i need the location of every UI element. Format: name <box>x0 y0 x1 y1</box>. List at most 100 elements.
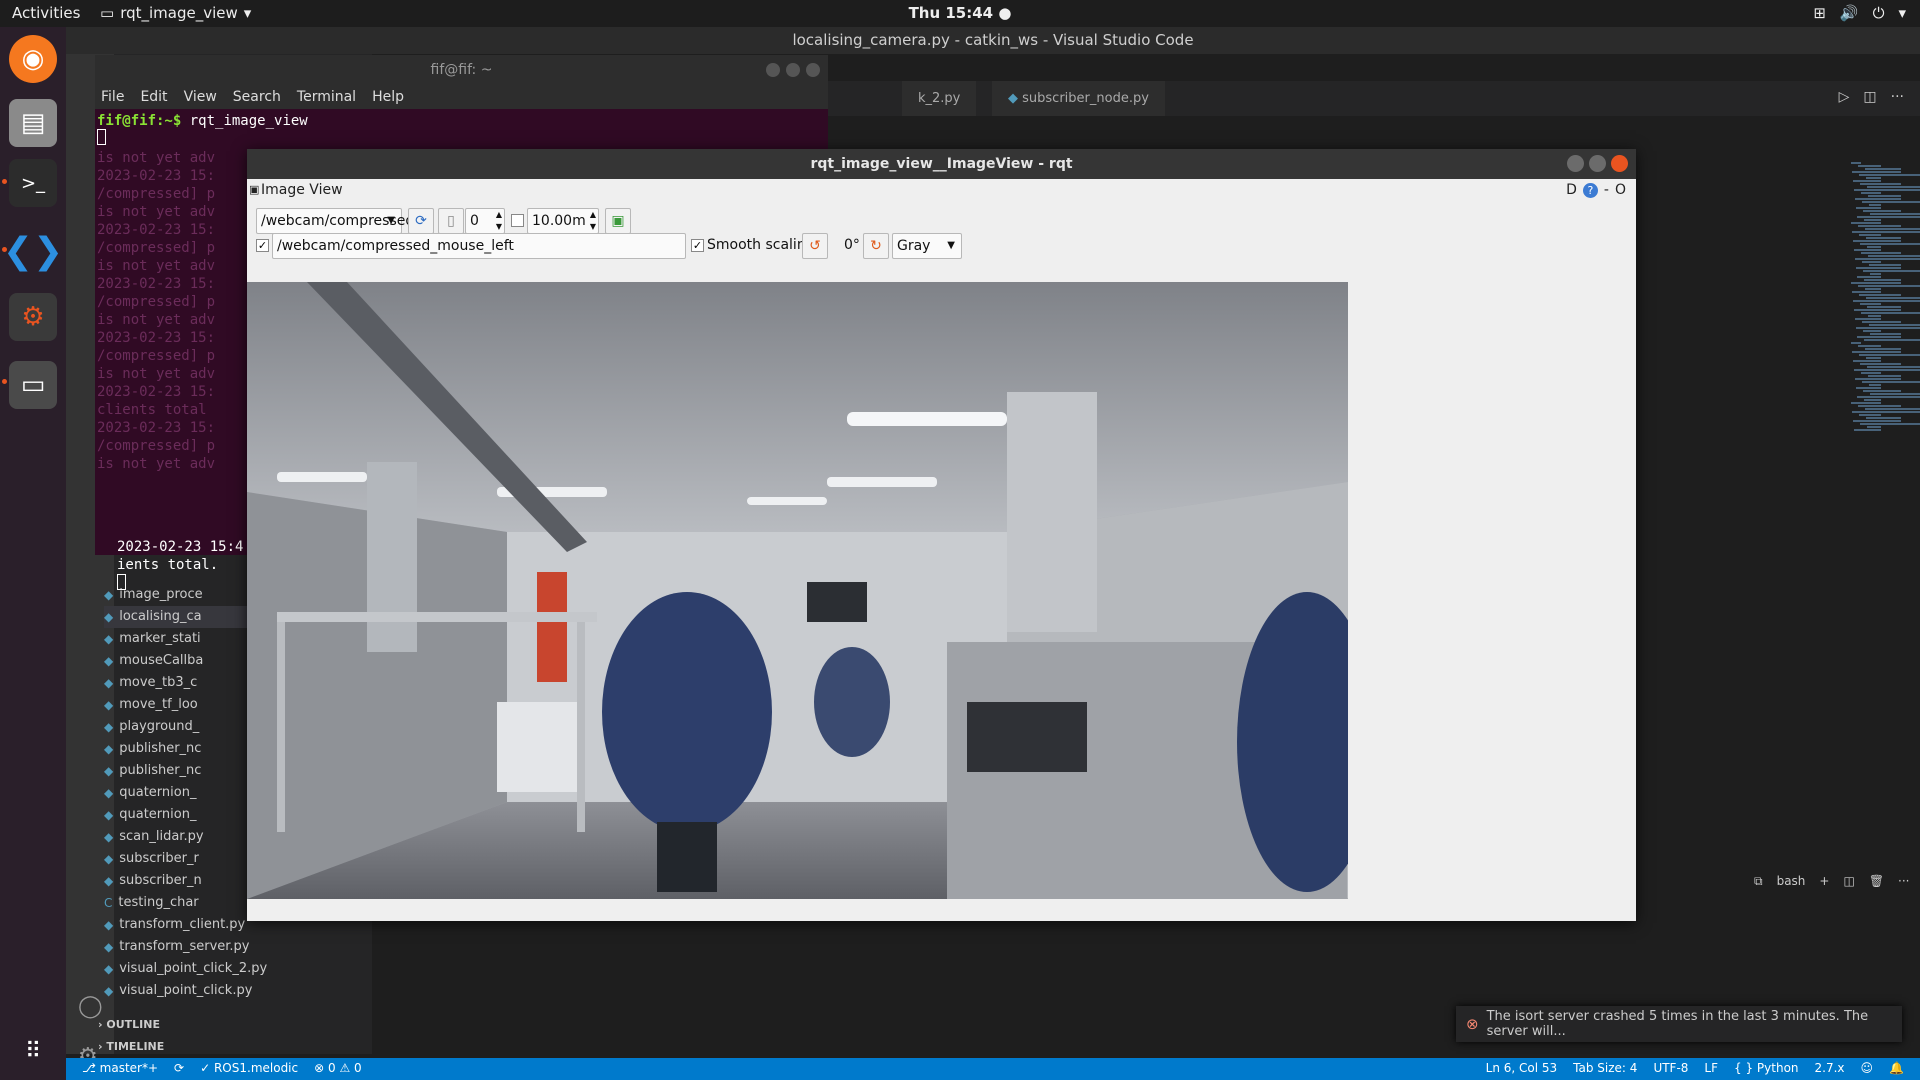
publish-click-checkbox[interactable]: ✓ <box>256 239 269 252</box>
list-item[interactable]: ◆ transform_client.py <box>104 914 245 936</box>
app-menu-label: rqt_image_view <box>120 4 238 22</box>
minimize-plugin-button[interactable]: - <box>1604 182 1609 198</box>
problems-status[interactable]: ⊗ 0 ⚠ 0 <box>314 1061 362 1075</box>
close-icon[interactable] <box>1611 155 1628 172</box>
terminal-icon: ⧉ <box>1754 873 1763 888</box>
menu-terminal[interactable]: Terminal <box>297 89 356 105</box>
tab-file[interactable]: k_2.py <box>902 81 977 116</box>
close-icon[interactable] <box>806 63 820 77</box>
list-item[interactable]: ◆ move_tb3_c <box>104 672 197 694</box>
list-item[interactable]: ◆ playground_ <box>104 716 199 738</box>
list-item[interactable]: ◆ mouseCallba <box>104 650 203 672</box>
bell-icon[interactable]: 🔔 <box>1889 1061 1904 1075</box>
list-item[interactable]: ◆ visual_point_click_2.py <box>104 958 267 980</box>
language-mode[interactable]: { } Python <box>1734 1061 1799 1075</box>
python-file-icon: ◆ <box>104 852 114 866</box>
maximize-icon[interactable] <box>786 63 800 77</box>
save-image-icon: ▣ <box>611 213 625 229</box>
split-terminal-icon[interactable]: ◫ <box>1843 874 1854 888</box>
settings-icon[interactable]: ⚙ <box>9 293 57 341</box>
menu-view[interactable]: View <box>184 89 217 105</box>
sync-icon[interactable]: ⟳ <box>174 1061 184 1075</box>
add-terminal-icon[interactable]: + <box>1819 874 1829 888</box>
show-applications-icon[interactable]: ⠿ <box>9 1027 57 1075</box>
maximize-icon[interactable] <box>1589 155 1606 172</box>
menu-edit[interactable]: Edit <box>140 89 167 105</box>
python-version[interactable]: 2.7.x <box>1815 1061 1845 1075</box>
file-name: mouseCallba <box>119 653 204 668</box>
activities-button[interactable]: Activities <box>12 4 80 22</box>
minimap-line <box>1851 282 1901 284</box>
minimize-icon[interactable] <box>1567 155 1584 172</box>
minimap[interactable] <box>1851 162 1920 442</box>
feedback-icon[interactable]: ☺ <box>1861 1061 1874 1075</box>
line-ending[interactable]: LF <box>1704 1061 1718 1075</box>
rqt-window-icon[interactable]: ▭ <box>9 361 57 409</box>
menu-help[interactable]: Help <box>372 89 404 105</box>
split-editor-icon[interactable]: ◫ <box>1863 89 1876 105</box>
tab-subscriber-node[interactable]: ◆ subscriber_node.py <box>992 81 1165 116</box>
list-item[interactable]: ◆ publisher_nc <box>104 760 201 782</box>
rqt-titlebar[interactable]: rqt_image_view__ImageView - rqt <box>247 149 1636 179</box>
refresh-icon: ⟳ <box>415 213 427 229</box>
list-item[interactable]: ◆ visual_point_click.py <box>104 980 252 1002</box>
more-icon[interactable]: ··· <box>1898 874 1909 888</box>
list-item[interactable]: ◆ move_tf_loo <box>104 694 198 716</box>
minimap-line <box>1852 291 1881 293</box>
file-name: transform_client.py <box>119 917 246 932</box>
ros-status[interactable]: ✓ ROS1.melodic <box>200 1061 298 1075</box>
cursor-position[interactable]: Ln 6, Col 53 <box>1486 1061 1558 1075</box>
list-item[interactable]: ◆ scan_lidar.py <box>104 826 204 848</box>
running-indicator <box>2 179 7 184</box>
topic-select[interactable]: /webcam/compressed ▼ <box>256 208 414 234</box>
dock-button[interactable]: D <box>1566 182 1577 198</box>
files-icon[interactable]: ▤ <box>9 99 57 147</box>
tab-size[interactable]: Tab Size: 4 <box>1573 1061 1637 1075</box>
run-icon[interactable]: ▷ <box>1839 89 1850 105</box>
help-icon[interactable]: ? <box>1582 182 1598 198</box>
smooth-scaling-checkbox[interactable]: ✓ <box>691 239 704 252</box>
pause-button[interactable]: ▯ <box>438 208 464 234</box>
more-icon[interactable]: ··· <box>1891 89 1904 105</box>
outline-section[interactable]: › OUTLINE <box>98 1014 160 1036</box>
terminal-titlebar[interactable]: fif@fif: ~ <box>95 55 828 85</box>
vscode-icon[interactable]: ❮❯ <box>3 227 63 275</box>
save-image-button[interactable]: ▣ <box>605 208 631 234</box>
rotate-right-button[interactable]: ↻ <box>863 233 889 259</box>
terminal-shell-label[interactable]: bash <box>1777 874 1806 888</box>
timeline-section[interactable]: › TIMELINE <box>98 1036 164 1058</box>
minimap-line <box>1855 258 1920 260</box>
rotate-left-button[interactable]: ↺ <box>802 233 828 259</box>
git-branch-status[interactable]: ⎇ master*+ <box>82 1061 158 1075</box>
list-item[interactable]: ◆ transform_server.py <box>104 936 250 958</box>
camera-image[interactable] <box>247 282 1348 899</box>
refresh-topics-button[interactable]: ⟳ <box>408 208 434 234</box>
list-item[interactable]: ◆ quaternion_ <box>104 782 196 804</box>
menu-search[interactable]: Search <box>233 89 281 105</box>
list-item[interactable]: ◆ subscriber_r <box>104 848 199 870</box>
duration-spinbox[interactable]: 10.00m ▲ ▼ <box>527 208 599 234</box>
isort-error-notification[interactable]: ⊗ The isort server crashed 5 times in th… <box>1456 1006 1902 1042</box>
clock[interactable]: Thu 15:44 ● <box>909 4 1012 22</box>
encoding[interactable]: UTF-8 <box>1653 1061 1688 1075</box>
mouse-topic-input[interactable]: /webcam/compressed_mouse_left <box>272 233 686 259</box>
list-item[interactable]: ◆ subscriber_n <box>104 870 202 892</box>
firefox-icon[interactable]: ◉ <box>9 35 57 83</box>
list-item[interactable]: ◆ publisher_nc <box>104 738 201 760</box>
close-plugin-button[interactable]: O <box>1615 182 1626 198</box>
list-item[interactable]: Ctesting_char <box>104 892 199 914</box>
terminal-icon[interactable]: >_ <box>9 159 57 207</box>
index-spinbox[interactable]: 0 ▲ ▼ <box>465 208 505 234</box>
file-name: visual_point_click.py <box>119 983 253 998</box>
plugin-title: Image View <box>261 182 343 198</box>
trash-icon[interactable]: 🗑 <box>1869 874 1884 888</box>
dynamic-range-checkbox[interactable] <box>511 214 524 227</box>
colormap-select[interactable]: Gray ▼ <box>892 233 962 259</box>
list-item[interactable]: ◆ quaternion_ <box>104 804 196 826</box>
menu-file[interactable]: File <box>101 89 124 105</box>
ceiling-light <box>827 477 937 487</box>
minimize-icon[interactable] <box>766 63 780 77</box>
system-tray[interactable]: ⊞ 🔊 ⏻ ▾ <box>1813 4 1906 22</box>
list-item[interactable]: ◆ marker_stati <box>104 628 201 650</box>
app-menu[interactable]: ▭ rqt_image_view ▾ <box>100 4 251 22</box>
